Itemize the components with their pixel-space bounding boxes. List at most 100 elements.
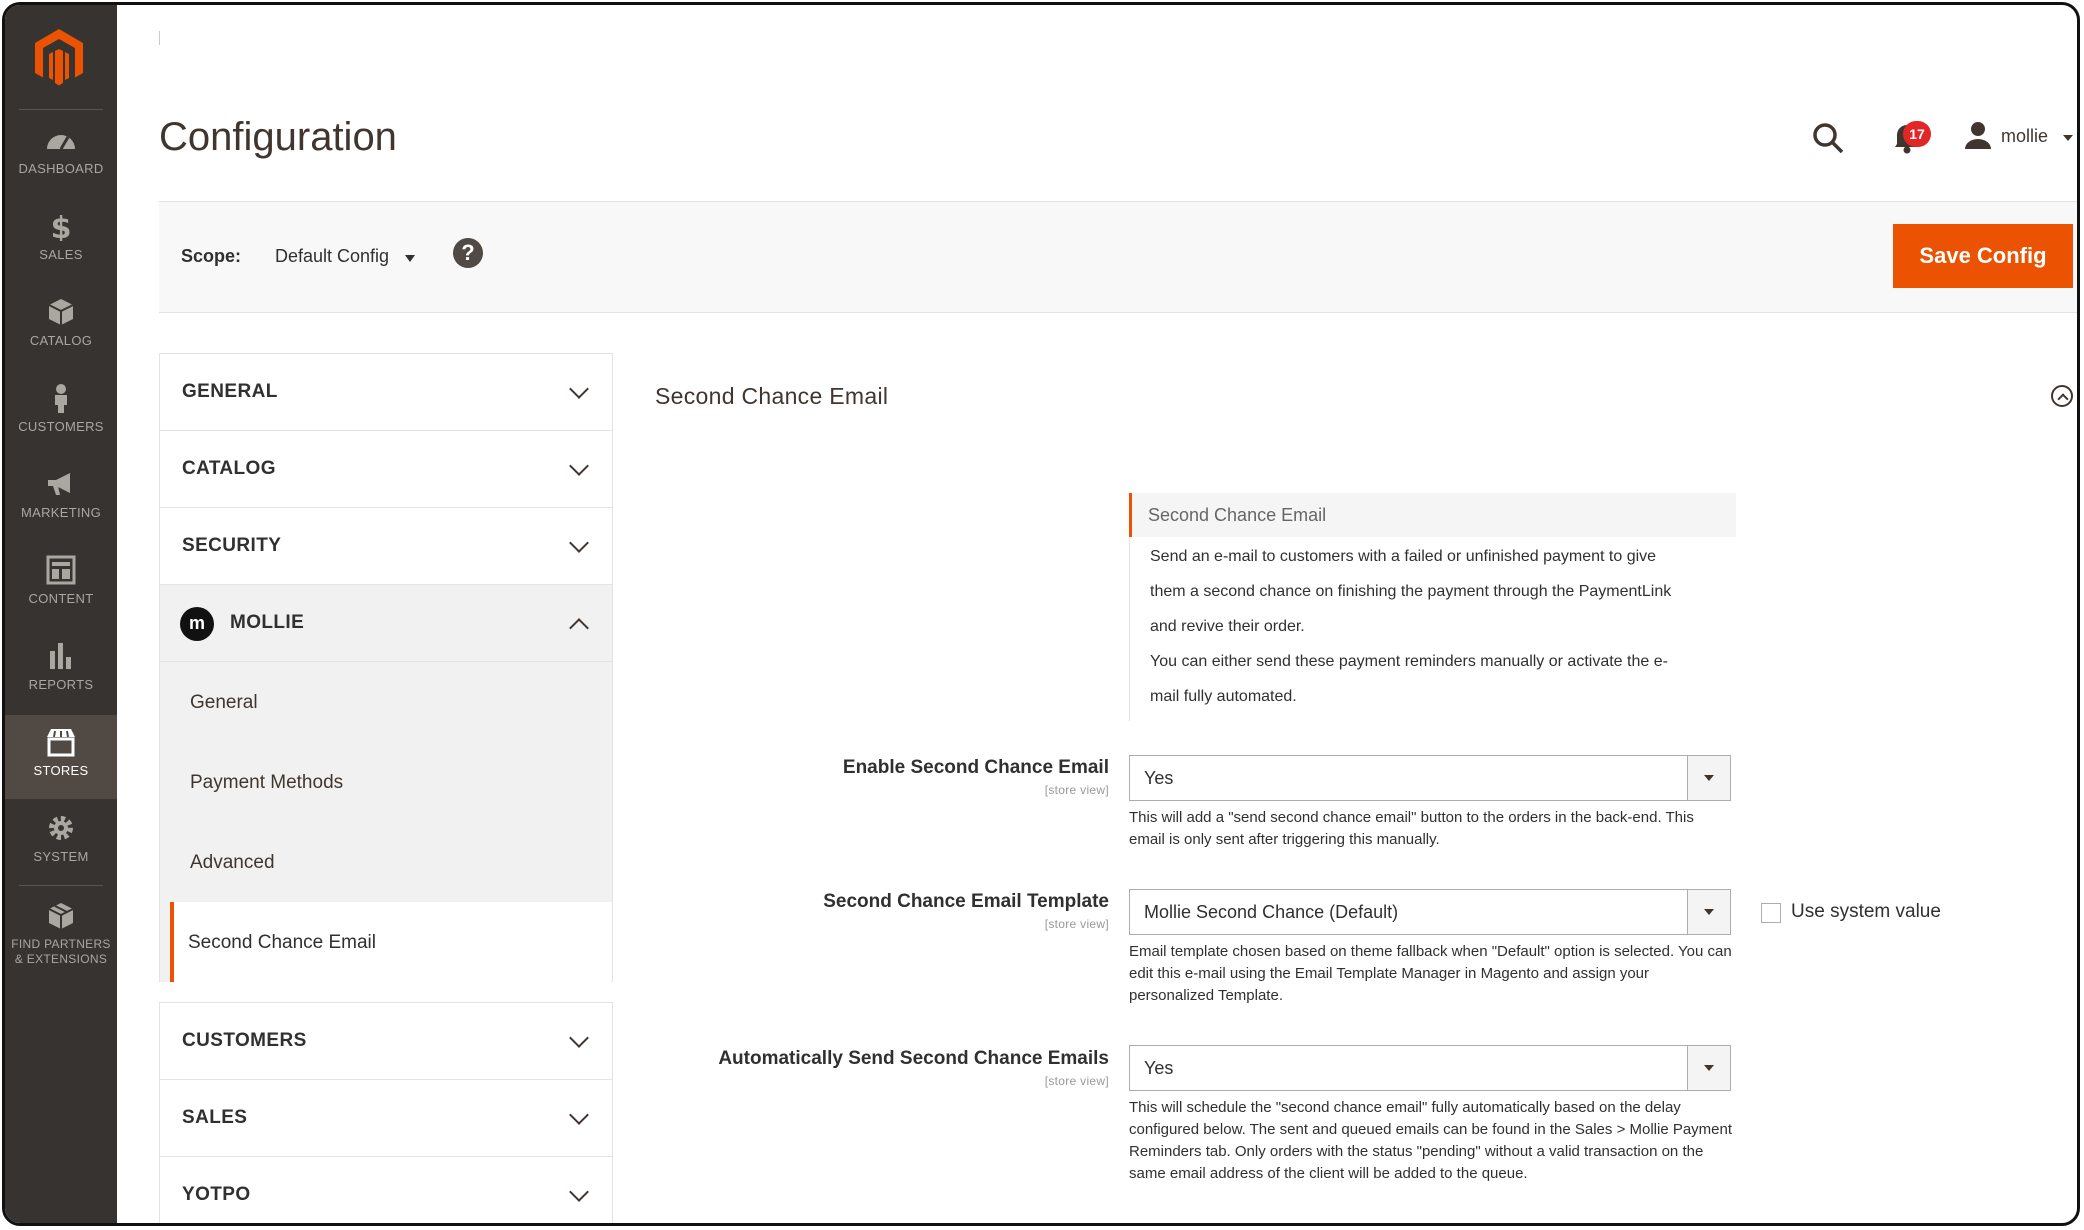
field-note: Email template chosen based on theme fal…: [1129, 943, 1732, 1004]
subnav-item-general[interactable]: General: [160, 662, 612, 742]
fieldset-title[interactable]: Second Chance Email: [655, 383, 888, 410]
chevron-down-icon: [569, 1182, 589, 1202]
sidebar-label: SYSTEM: [33, 849, 89, 864]
field-note: This will schedule the "second chance em…: [1129, 1099, 1733, 1182]
user-menu[interactable]: mollie: [2001, 126, 2048, 147]
sidebar-item-content[interactable]: CONTENT: [5, 543, 117, 627]
info-heading-text: Second Chance Email: [1148, 505, 1327, 525]
sidebar-divider: [19, 885, 103, 886]
chevron-down-icon[interactable]: [1687, 756, 1730, 800]
sidebar-label: FIND PARTNERS & EXTENSIONS: [11, 937, 111, 966]
scope-label: Scope:: [181, 246, 242, 266]
config-section-mollie[interactable]: m MOLLIE: [159, 584, 613, 661]
box-icon: [48, 299, 74, 325]
magento-logo-icon[interactable]: [31, 27, 87, 89]
use-system-value-label[interactable]: Use system value: [1791, 901, 1941, 923]
config-section-yotpo[interactable]: YOTPO: [159, 1156, 613, 1223]
chevron-down-icon[interactable]: [1687, 890, 1730, 934]
email-template-select[interactable]: Mollie Second Chance (Default): [1129, 889, 1731, 935]
chevron-down-icon: [569, 456, 589, 476]
sidebar-item-customers[interactable]: CUSTOMERS: [5, 371, 117, 455]
section-title: SALES: [182, 1107, 248, 1128]
config-tabs: GENERAL CATALOG SECURITY m MOLLIE Genera…: [159, 353, 613, 1223]
auto-send-select[interactable]: Yes: [1129, 1045, 1731, 1091]
select-value: Mollie Second Chance (Default): [1144, 902, 1399, 922]
subnav-label: Payment Methods: [190, 772, 344, 793]
sidebar-item-system[interactable]: SYSTEM: [5, 801, 117, 885]
section-title: SECURITY: [182, 535, 282, 556]
field-label-auto-send: Automatically Send Second Chance Emails: [718, 1048, 1109, 1069]
sidebar-label: CONTENT: [28, 591, 94, 606]
sidebar-item-stores[interactable]: STORES: [5, 715, 117, 799]
sidebar-label: CATALOG: [29, 333, 93, 348]
sidebar-divider: [19, 109, 103, 110]
info-line: and revive their order.: [1150, 618, 1305, 635]
info-line: Send an e-mail to customers with a faile…: [1150, 548, 1657, 565]
subnav-item-second-chance-email[interactable]: Second Chance Email: [170, 902, 612, 982]
chevron-down-icon[interactable]: [2063, 135, 2073, 141]
extensions-icon: [48, 903, 74, 929]
info-line: You can either send these payment remind…: [1150, 653, 1668, 670]
user-icon[interactable]: [1963, 121, 1993, 151]
sidebar-item-reports[interactable]: REPORTS: [5, 629, 117, 713]
config-section-customers[interactable]: CUSTOMERS: [159, 1002, 613, 1079]
info-heading: Second Chance Email: [1129, 493, 1736, 537]
info-body: Send an e-mail to customers with a faile…: [1129, 537, 1730, 721]
config-section-catalog[interactable]: CATALOG: [159, 430, 613, 507]
mollie-subnav: General Payment Methods Advanced Second …: [159, 661, 613, 982]
chevron-up-icon: [569, 618, 589, 638]
chevron-down-icon: [569, 1105, 589, 1125]
info-line: them a second chance on finishing the pa…: [1150, 583, 1672, 600]
admin-sidebar: DASHBOARD $ SALES CATALOG CUSTOMERS MARK…: [5, 5, 117, 1223]
info-line: mail fully automated.: [1150, 688, 1297, 705]
sidebar-label: MARKETING: [21, 505, 101, 520]
mollie-logo-icon: m: [180, 607, 214, 641]
sidebar-item-partners[interactable]: FIND PARTNERS & EXTENSIONS: [5, 889, 117, 989]
scope-bar: Scope: Default Config ? Save Config: [159, 201, 2077, 313]
save-config-button[interactable]: Save Config: [1893, 224, 2073, 288]
section-title: GENERAL: [182, 381, 278, 402]
app-window: DASHBOARD $ SALES CATALOG CUSTOMERS MARK…: [2, 2, 2080, 1226]
info-box: Second Chance Email Send an e-mail to cu…: [1129, 493, 1736, 721]
help-icon[interactable]: ?: [453, 238, 483, 268]
sidebar-item-marketing[interactable]: MARKETING: [5, 457, 117, 541]
chevron-down-icon[interactable]: [1687, 1046, 1730, 1090]
config-section-general[interactable]: GENERAL: [159, 353, 613, 430]
select-value: Yes: [1144, 1058, 1174, 1078]
config-section-security[interactable]: SECURITY: [159, 507, 613, 584]
sidebar-label: DASHBOARD: [18, 161, 104, 176]
subnav-item-advanced[interactable]: Advanced: [160, 822, 612, 902]
enable-second-chance-select[interactable]: Yes: [1129, 755, 1731, 801]
select-value: Yes: [1144, 768, 1174, 788]
sidebar-item-sales[interactable]: $ SALES: [5, 199, 117, 283]
header-divider: [159, 31, 160, 45]
gear-icon: [49, 816, 73, 840]
sidebar-item-catalog[interactable]: CATALOG: [5, 285, 117, 369]
collapse-icon[interactable]: [2051, 385, 2073, 407]
field-label-template: Second Chance Email Template: [823, 891, 1109, 912]
page-title: Configuration: [159, 115, 397, 159]
search-icon[interactable]: [1811, 121, 1845, 155]
field-label-enable: Enable Second Chance Email: [842, 757, 1109, 778]
subnav-item-payment-methods[interactable]: Payment Methods: [160, 742, 612, 822]
field-scope: [store view]: [1044, 783, 1109, 797]
subnav-label: Advanced: [190, 852, 275, 873]
notification-count-badge[interactable]: 17: [1903, 121, 1931, 147]
section-title: YOTPO: [182, 1184, 251, 1205]
field-note: This will add a "send second chance emai…: [1129, 809, 1694, 848]
field-scope: [store view]: [1044, 917, 1109, 931]
use-system-value-checkbox[interactable]: [1761, 903, 1781, 923]
person-icon: [55, 384, 67, 413]
section-title: MOLLIE: [230, 612, 305, 633]
subnav-label: General: [190, 692, 258, 713]
chevron-down-icon[interactable]: [405, 255, 415, 262]
sidebar-label: REPORTS: [28, 677, 94, 692]
field-scope: [store view]: [1044, 1074, 1109, 1088]
dashboard-icon: [47, 135, 75, 150]
svg-text:$: $: [51, 211, 72, 241]
config-section-sales[interactable]: SALES: [159, 1079, 613, 1156]
sidebar-item-dashboard[interactable]: DASHBOARD: [5, 113, 117, 197]
subnav-label: Second Chance Email: [188, 932, 376, 953]
scope-switcher[interactable]: Default Config: [275, 246, 389, 267]
store-icon: [47, 729, 75, 757]
